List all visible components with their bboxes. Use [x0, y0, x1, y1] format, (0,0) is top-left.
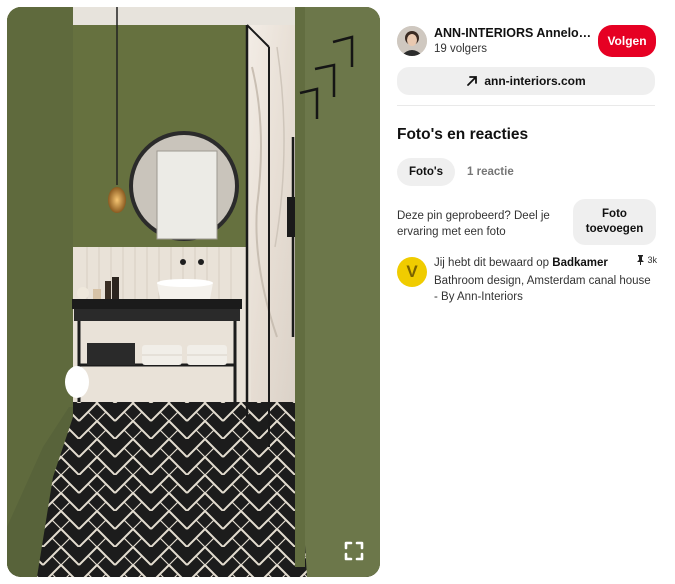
comments-tabs: Foto's 1 reactie	[397, 157, 514, 187]
divider	[397, 105, 655, 106]
pin-icon	[637, 255, 645, 265]
follow-button[interactable]: Volgen	[598, 25, 656, 57]
pin-details: ANN-INTERIORS Anneloes ... 19 volgers Vo…	[397, 18, 657, 303]
tried-pin-prompt: Deze pin geprobeerd? Deel je ervaring me…	[397, 210, 550, 238]
pin-count-value: 3k	[647, 255, 657, 265]
tab-photos[interactable]: Foto's	[397, 158, 456, 186]
saved-description: Bathroom design, Amsterdam canal house -…	[434, 275, 651, 303]
pin-closeup-page: ANN-INTERIORS Anneloes ... 19 volgers Vo…	[0, 0, 675, 584]
expand-icon[interactable]	[342, 539, 366, 563]
website-link-button[interactable]: ann-interiors.com	[397, 67, 655, 95]
bathroom-photo	[7, 7, 380, 577]
website-link-label: ann-interiors.com	[484, 74, 586, 88]
board-link[interactable]: Badkamer	[552, 257, 608, 269]
comments-section-title: Foto's en reacties	[397, 126, 529, 143]
arrow-up-right-icon	[467, 76, 478, 86]
creator-row: ANN-INTERIORS Anneloes ... 19 volgers Vo…	[397, 18, 657, 68]
pin-count: 3k	[636, 255, 657, 265]
creator-name[interactable]: ANN-INTERIORS Anneloes ...	[434, 26, 594, 40]
pin-image[interactable]	[7, 7, 380, 577]
creator-followers: 19 volgers	[434, 43, 488, 55]
add-photo-button[interactable]: Foto toevoegen	[573, 199, 656, 245]
board-avatar[interactable]: V	[397, 257, 427, 287]
saved-prefix: Jij hebt dit bewaard op	[434, 257, 553, 269]
tab-comments[interactable]: 1 reactie	[467, 166, 514, 178]
creator-avatar[interactable]	[397, 26, 427, 56]
saved-line: Jij hebt dit bewaard op Badkamer	[434, 257, 634, 269]
